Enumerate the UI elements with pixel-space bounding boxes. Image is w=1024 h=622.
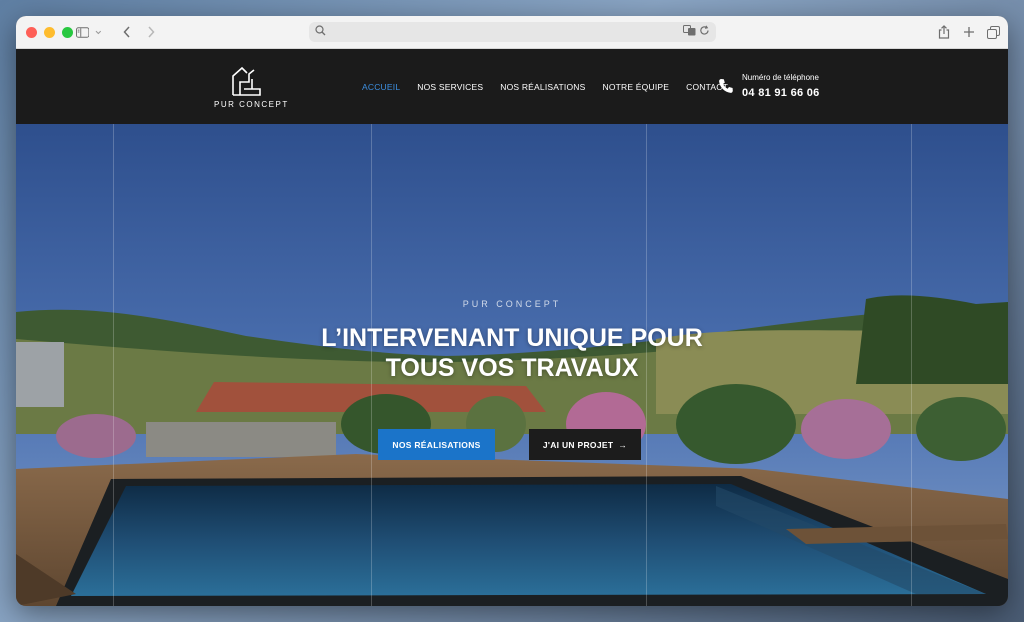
sidebar-icon xyxy=(76,26,90,38)
search-icon xyxy=(315,25,326,36)
tabs-overview-icon xyxy=(986,25,1000,39)
brand-name: PUR CONCEPT xyxy=(214,100,289,109)
share-button[interactable] xyxy=(936,22,952,42)
new-tab-button[interactable] xyxy=(961,22,977,42)
reload-icon[interactable] xyxy=(699,25,710,36)
realisations-button-label: NOS RÉALISATIONS xyxy=(392,439,481,450)
zoom-window-button[interactable] xyxy=(62,27,73,38)
window-controls xyxy=(26,27,73,38)
chevron-left-icon xyxy=(123,26,130,38)
hero-headline-line-1: L’INTERVENANT UNIQUE POUR xyxy=(321,324,703,352)
close-window-button[interactable] xyxy=(26,27,37,38)
realisations-button[interactable]: NOS RÉALISATIONS xyxy=(378,429,495,460)
sidebar-toggle-button[interactable] xyxy=(76,22,102,42)
house-logo-icon xyxy=(232,66,261,96)
address-bar[interactable] xyxy=(309,22,716,42)
translate-icon[interactable] xyxy=(683,25,696,36)
main-menu: ACCUEIL NOS SERVICES NOS RÉALISATIONS NO… xyxy=(362,82,745,92)
phone-contact[interactable]: Numéro de téléphone 04 81 91 66 06 xyxy=(718,73,820,99)
back-button[interactable] xyxy=(119,22,135,42)
phone-label: Numéro de téléphone xyxy=(742,73,819,82)
phone-number[interactable]: 04 81 91 66 06 xyxy=(742,87,820,99)
hero-text: PUR CONCEPT L’INTERVENANT UNIQUE POUR TO… xyxy=(16,299,1008,383)
hero-headline: L’INTERVENANT UNIQUE POUR TOUS VOS TRAVA… xyxy=(16,323,1008,383)
hero-actions: NOS RÉALISATIONS J'AI UN PROJET → xyxy=(378,429,641,460)
hero-eyebrow: PUR CONCEPT xyxy=(462,299,562,309)
browser-window: PUR CONCEPT ACCUEIL NOS SERVICES NOS RÉA… xyxy=(16,16,1008,606)
tab-overview-button[interactable] xyxy=(985,22,1001,42)
arrow-right-icon: → xyxy=(618,439,628,450)
hero-section: PUR CONCEPT L’INTERVENANT UNIQUE POUR TO… xyxy=(16,124,1008,606)
project-button[interactable]: J'AI UN PROJET → xyxy=(529,429,641,460)
hero-headline-line-2: TOUS VOS TRAVAUX xyxy=(385,354,639,382)
browser-toolbar xyxy=(16,16,1008,49)
nav-link-equipe[interactable]: NOTRE ÉQUIPE xyxy=(603,82,670,92)
webpage: PUR CONCEPT ACCUEIL NOS SERVICES NOS RÉA… xyxy=(16,49,1008,606)
minimize-window-button[interactable] xyxy=(44,27,55,38)
share-icon xyxy=(938,25,950,39)
chevron-down-icon xyxy=(95,30,102,34)
site-header: PUR CONCEPT ACCUEIL NOS SERVICES NOS RÉA… xyxy=(16,49,1008,124)
phone-icon xyxy=(719,79,733,93)
nav-link-services[interactable]: NOS SERVICES xyxy=(417,82,483,92)
nav-link-accueil[interactable]: ACCUEIL xyxy=(362,82,400,92)
chevron-right-icon xyxy=(148,26,155,38)
nav-link-realisations[interactable]: NOS RÉALISATIONS xyxy=(500,82,585,92)
project-button-label: J'AI UN PROJET xyxy=(542,439,614,450)
plus-icon xyxy=(964,27,974,37)
forward-button[interactable] xyxy=(143,22,159,42)
brand-logo[interactable]: PUR CONCEPT xyxy=(214,65,289,109)
